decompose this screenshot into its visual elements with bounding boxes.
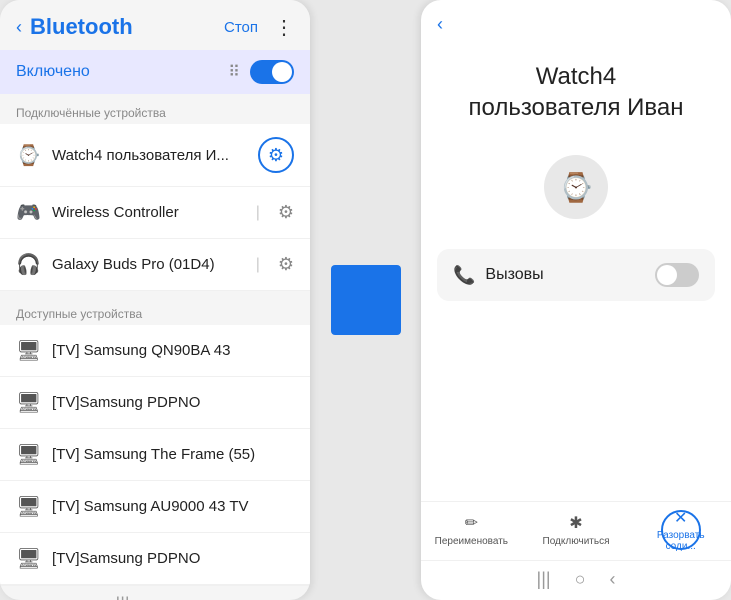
earbuds-icon: 🎧	[16, 252, 40, 277]
gamepad-icon: 🎮	[16, 200, 40, 225]
rename-icon: ✏	[465, 513, 478, 533]
right-back-button[interactable]: ‹	[437, 14, 443, 35]
device-name-tv5: [TV]Samsung PDPNO	[52, 550, 294, 567]
toggle-icons: ⠿	[228, 60, 294, 84]
connect-label: Подключиться	[543, 536, 610, 547]
tv-icon: 🖥	[16, 442, 40, 467]
disconnect-circle[interactable]: ✕ Разорвать соди...	[661, 510, 701, 550]
calls-toggle[interactable]	[655, 263, 699, 287]
device-item-watch[interactable]: ⌚ Watch4 пользователя И... ⚙	[0, 124, 310, 187]
device-item-controller[interactable]: 🎮 Wireless Controller | ⚙	[0, 187, 310, 239]
device-watch-image: ⌚	[544, 155, 608, 219]
loading-dots-icon: ⠿	[228, 62, 240, 82]
nav-home-icon[interactable]: ○	[154, 594, 165, 600]
nav-menu-icon[interactable]: |||	[116, 594, 130, 600]
available-device-tv5[interactable]: 🖥 [TV]Samsung PDPNO	[0, 533, 310, 585]
available-device-tv3[interactable]: 🖥 [TV] Samsung The Frame (55)	[0, 429, 310, 481]
separator: |	[256, 256, 260, 274]
rename-action[interactable]: ✏ Переименовать	[421, 513, 522, 547]
available-section: Доступные устройства 🖥 [TV] Samsung QN90…	[0, 297, 310, 585]
nav-back-icon[interactable]: ‹	[609, 569, 615, 590]
right-panel: ‹ Watch4 пользователя Иван ⌚ 📞 Вызовы ✏ …	[421, 0, 731, 600]
calls-label: Вызовы	[485, 266, 645, 284]
tv-icon: 🖥	[16, 494, 40, 519]
left-header: ‹ Bluetooth Стоп ⋮	[0, 0, 310, 50]
tv-icon: 🖥	[16, 338, 40, 363]
nav-back-icon[interactable]: ‹	[188, 594, 194, 600]
tv-icon: 🖥	[16, 390, 40, 415]
nav-menu-icon[interactable]: |||	[537, 569, 551, 590]
available-device-tv2[interactable]: 🖥 [TV]Samsung PDPNO	[0, 377, 310, 429]
nav-home-icon[interactable]: ○	[575, 569, 586, 590]
disconnect-icon: ✕	[674, 508, 687, 528]
device-name-watch: Watch4 пользователя И...	[52, 147, 246, 164]
device-name-tv4: [TV] Samsung AU9000 43 TV	[52, 498, 294, 515]
rename-label: Переименовать	[435, 536, 508, 547]
gear-icon-controller[interactable]: ⚙	[278, 202, 294, 223]
toggle-label: Включено	[16, 63, 90, 81]
device-item-buds[interactable]: 🎧 Galaxy Buds Pro (01D4) | ⚙	[0, 239, 310, 291]
middle-spacer	[310, 0, 421, 600]
available-device-list: 🖥 [TV] Samsung QN90BA 43 🖥 [TV]Samsung P…	[0, 325, 310, 585]
device-name-buds: Galaxy Buds Pro (01D4)	[52, 256, 244, 273]
separator: |	[256, 204, 260, 222]
device-title-area: Watch4 пользователя Иван	[421, 45, 731, 135]
gear-icon: ⚙	[268, 145, 284, 166]
connected-device-list: ⌚ Watch4 пользователя И... ⚙ 🎮 Wireless …	[0, 124, 310, 291]
back-button[interactable]: ‹	[16, 17, 22, 38]
right-header: ‹	[421, 0, 731, 45]
blue-rectangle	[331, 265, 401, 335]
disconnect-action[interactable]: ✕ Разорвать соди...	[630, 510, 731, 550]
tv-icon: 🖥	[16, 546, 40, 571]
device-name-controller: Wireless Controller	[52, 204, 244, 221]
bluetooth-toggle[interactable]	[250, 60, 294, 84]
available-device-tv4[interactable]: 🖥 [TV] Samsung AU9000 43 TV	[0, 481, 310, 533]
calls-icon: 📞	[453, 265, 475, 286]
disconnect-label: Разорвать соди...	[657, 530, 705, 552]
left-bottom-nav: ||| ○ ‹	[0, 585, 310, 600]
device-name-tv2: [TV]Samsung PDPNO	[52, 394, 294, 411]
available-device-tv1[interactable]: 🖥 [TV] Samsung QN90BA 43	[0, 325, 310, 377]
watch-icon: ⌚	[16, 143, 40, 168]
left-panel: ‹ Bluetooth Стоп ⋮ Включено ⠿ Подключённ…	[0, 0, 310, 600]
device-name-tv1: [TV] Samsung QN90BA 43	[52, 342, 294, 359]
connected-section-label: Подключённые устройства	[0, 96, 310, 124]
more-icon[interactable]: ⋮	[274, 15, 294, 40]
page-title: Bluetooth	[30, 14, 216, 40]
available-section-label: Доступные устройства	[0, 297, 310, 325]
connect-action[interactable]: ✱ Подключиться	[526, 513, 627, 547]
stop-button[interactable]: Стоп	[224, 19, 258, 36]
device-title: Watch4 пользователя Иван	[441, 61, 711, 123]
right-bottom-actions: ✏ Переименовать ✱ Подключиться ✕ Разорва…	[421, 501, 731, 560]
bluetooth-toggle-row: Включено ⠿	[0, 50, 310, 94]
device-name-tv3: [TV] Samsung The Frame (55)	[52, 446, 294, 463]
calls-toggle-row: 📞 Вызовы	[437, 249, 715, 301]
gear-icon-buds[interactable]: ⚙	[278, 254, 294, 275]
device-settings-button-watch[interactable]: ⚙	[258, 137, 294, 173]
bluetooth-connect-icon: ✱	[569, 513, 582, 533]
right-bottom-nav: ||| ○ ‹	[421, 560, 731, 600]
watch-icon: ⌚	[559, 171, 594, 204]
